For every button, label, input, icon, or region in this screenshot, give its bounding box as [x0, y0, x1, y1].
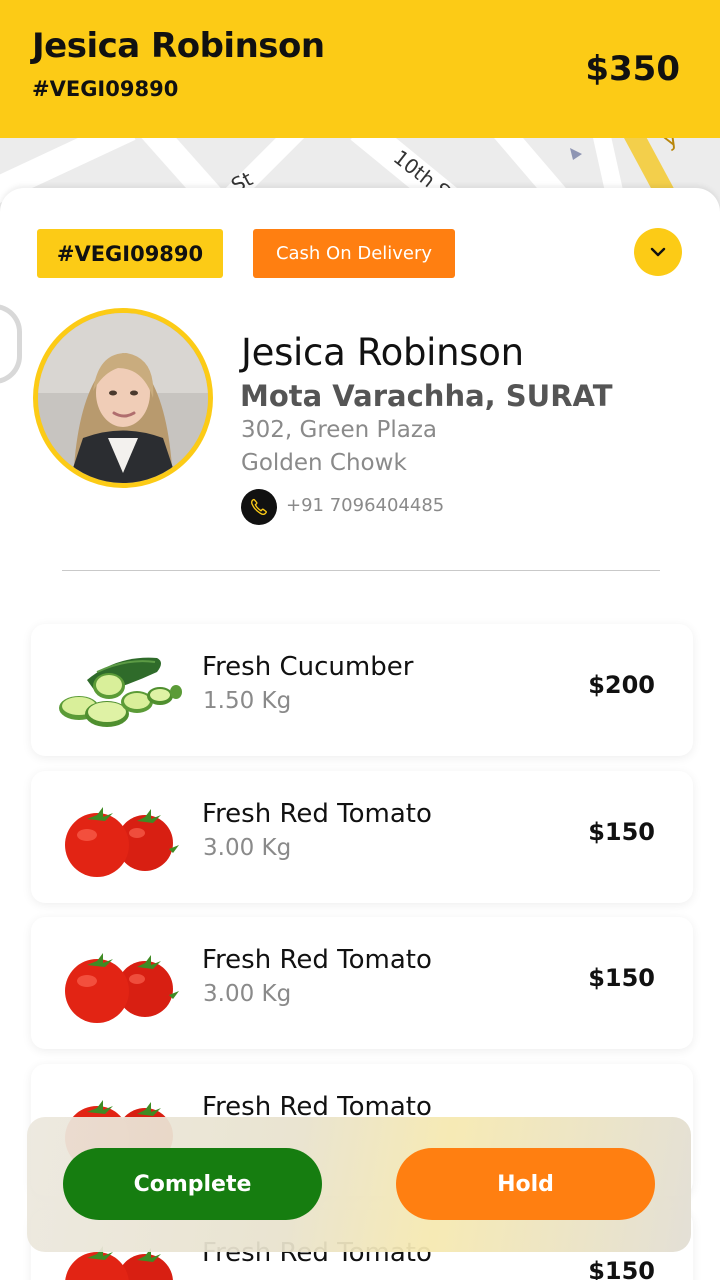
item-price: $150: [588, 818, 655, 846]
payment-method-badge: Cash On Delivery: [253, 229, 455, 278]
phone-icon[interactable]: [241, 489, 277, 525]
item-name: Fresh Red Tomato: [202, 799, 432, 829]
header-order-id: #VEGI09890: [32, 77, 179, 101]
complete-button[interactable]: Complete: [63, 1148, 322, 1220]
item-price: $150: [588, 1257, 655, 1280]
order-id-badge: #VEGI09890: [37, 229, 223, 278]
header-customer-name: Jesica Robinson: [32, 26, 325, 66]
item-price: $150: [588, 964, 655, 992]
order-item-card[interactable]: Fresh Red Tomato 3.00 Kg $150: [31, 917, 693, 1049]
customer-city: Mota Varachha, SURAT: [240, 379, 613, 413]
header-order-total: $350: [585, 49, 680, 89]
tomato-icon: [65, 807, 179, 877]
customer-address-line1: 302, Green Plaza: [241, 417, 438, 443]
order-item-card[interactable]: Fresh Cucumber 1.50 Kg $200: [31, 624, 693, 756]
customer-phone[interactable]: +91 7096404485: [286, 495, 444, 516]
expand-details-button[interactable]: [634, 228, 682, 276]
item-price: $200: [588, 671, 655, 699]
item-name: Fresh Red Tomato: [202, 945, 432, 975]
phone-glyph: [251, 498, 267, 515]
item-name: Fresh Cucumber: [202, 652, 414, 682]
customer-avatar: [33, 308, 213, 488]
drawer-handle[interactable]: [0, 304, 22, 384]
customer-address-line2: Golden Chowk: [241, 450, 407, 476]
tomato-icon: [65, 953, 179, 1023]
item-quantity: 1.50 Kg: [203, 688, 292, 714]
section-divider: [62, 570, 660, 571]
chevron-down-icon: [650, 247, 666, 257]
customer-name: Jesica Robinson: [241, 331, 524, 374]
cucumber-icon: [59, 657, 182, 727]
order-item-card[interactable]: Fresh Red Tomato 3.00 Kg $150: [31, 771, 693, 903]
item-quantity: 3.00 Kg: [203, 981, 292, 1007]
order-action-bar: Complete Hold: [27, 1117, 691, 1252]
hold-button[interactable]: Hold: [396, 1148, 655, 1220]
order-header: Jesica Robinson #VEGI09890 $350: [0, 0, 720, 138]
item-quantity: 3.00 Kg: [203, 835, 292, 861]
